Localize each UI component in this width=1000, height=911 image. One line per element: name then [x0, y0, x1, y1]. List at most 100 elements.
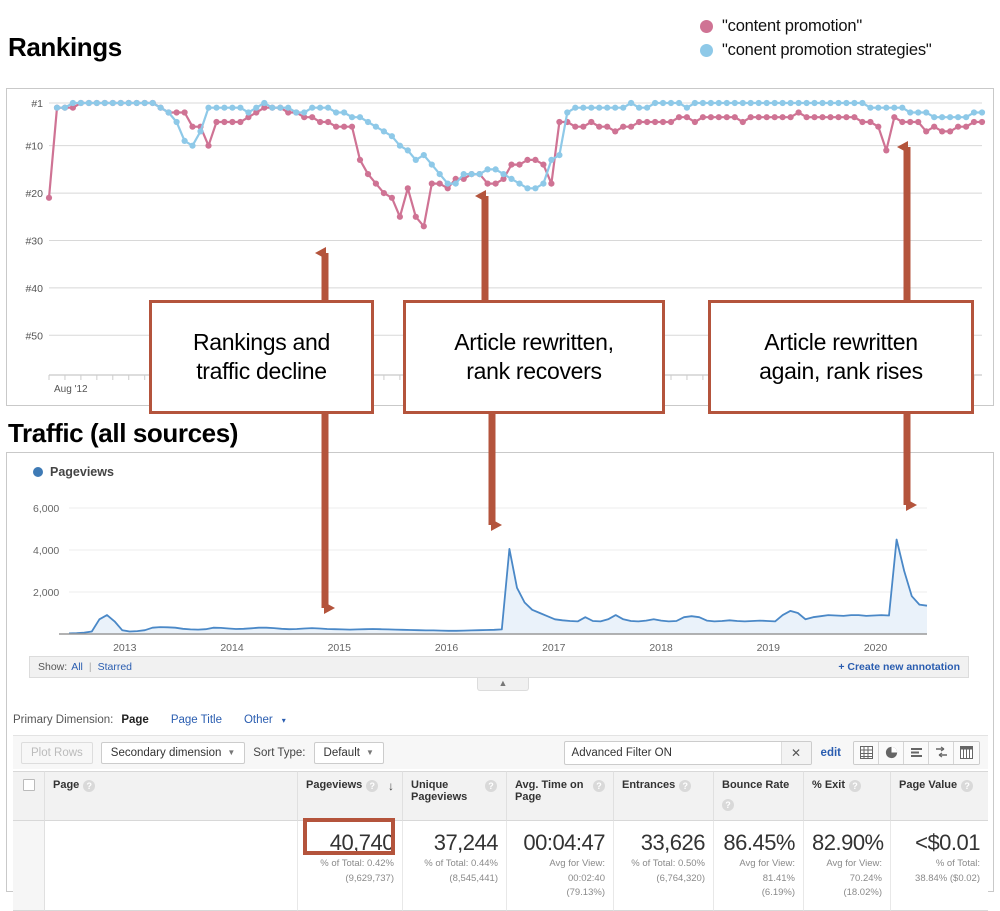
column-header-avg-time-on-page[interactable]: Avg. Time on Page ? [507, 771, 614, 821]
help-icon[interactable]: ? [366, 780, 379, 792]
primary-dimension-other[interactable]: Other [244, 714, 273, 726]
svg-text:#1: #1 [31, 98, 43, 110]
column-label-entrances: Entrances [622, 779, 676, 791]
column-header-page[interactable]: Page ? [45, 771, 298, 821]
select-all-checkbox[interactable] [22, 779, 35, 791]
table-view-icon[interactable] [854, 741, 879, 764]
help-icon[interactable]: ? [485, 780, 497, 792]
performance-view-icon[interactable] [904, 741, 929, 764]
cell-avg-time-sub3: (79.13%) [566, 887, 605, 899]
cell-bounce-rate-sub2: 81.41% [762, 872, 795, 884]
google-analytics-panel: Pageviews 2,000 4,000 6,000 2013 2014 2015 201… [6, 452, 994, 911]
help-icon[interactable]: ? [722, 798, 734, 811]
help-icon[interactable]: ? [83, 780, 96, 792]
pivot-view-icon[interactable] [954, 741, 979, 764]
column-header-exit-rate[interactable]: % Exit ? [804, 771, 891, 821]
svg-text:2015: 2015 [328, 642, 352, 654]
cell-bounce-rate-value: 86.45% [723, 830, 795, 855]
secondary-dimension-label: Secondary dimension [110, 746, 222, 759]
column-header-page-value[interactable]: Page Value ? [891, 771, 988, 821]
pageviews-legend-dot [33, 467, 43, 477]
help-icon[interactable]: ? [593, 780, 605, 792]
create-new-annotation-link[interactable]: + Create new annotation [838, 661, 960, 673]
help-icon[interactable]: ? [679, 780, 692, 792]
primary-dimension-page-title[interactable]: Page Title [171, 714, 222, 726]
sort-type-dropdown[interactable]: Default ▼ [313, 741, 384, 764]
svg-text:#50: #50 [25, 330, 43, 342]
column-header-unique-pageviews[interactable]: Unique Pageviews ? [403, 771, 507, 821]
cell-unique-pageviews-value: 37,244 [433, 830, 499, 855]
cell-avg-time-value: 00:04:47 [523, 830, 605, 855]
traffic-section-title: Traffic (all sources) [8, 418, 239, 448]
column-label-exit-rate: % Exit [812, 779, 846, 791]
column-header-pageviews[interactable]: Pageviews ? ↓ [298, 771, 403, 821]
cell-bounce-rate: 86.45% Avg for View: 81.41% (6.19%) [714, 821, 804, 911]
svg-text:#10: #10 [25, 141, 43, 153]
column-header-entrances[interactable]: Entrances ? [614, 771, 714, 821]
cell-entrances-sub2: (6,764,320) [656, 872, 705, 884]
rankings-section-title: Rankings [8, 32, 122, 62]
svg-text:2016: 2016 [435, 642, 459, 654]
legend-item-content-promotion: "content promotion" [700, 14, 990, 38]
view-type-buttons [853, 740, 980, 765]
annotations-starred-link[interactable]: Starred [98, 661, 132, 673]
cell-exit-rate: 82.90% Avg for View: 70.24% (18.02%) [804, 821, 891, 911]
chevron-down-icon: ▼ [227, 748, 236, 757]
secondary-dimension-dropdown[interactable]: Secondary dimension ▼ [100, 741, 246, 764]
sort-descending-icon[interactable]: ↓ [388, 779, 394, 793]
select-all-header[interactable] [13, 771, 45, 821]
cell-bounce-rate-sub1: Avg for View: [739, 858, 795, 869]
help-icon[interactable]: ? [961, 780, 974, 792]
cell-avg-time-sub1: Avg for View: [549, 858, 605, 869]
chevron-down-icon[interactable]: ▾ [282, 716, 286, 725]
plot-rows-button[interactable]: Plot Rows [21, 741, 93, 764]
legend-item-content-promotion-strategies: "conent promotion strategies" [700, 38, 990, 62]
legend-color-dot-blue [700, 43, 713, 57]
cell-avg-time-on-page: 00:04:47 Avg for View: 00:02:40 (79.13%) [507, 821, 614, 911]
collapse-annotations-toggle[interactable]: ▲ [477, 678, 529, 691]
cell-page-value: <$0.01 % of Total: 38.84% ($0.02) [891, 821, 988, 911]
close-icon[interactable]: ✕ [780, 741, 811, 764]
column-label-avg-time-on-page: Avg. Time on Page [515, 779, 584, 803]
column-header-bounce-rate[interactable]: Bounce Rate ? [714, 771, 804, 821]
cell-exit-rate-sub2: 70.24% [849, 872, 882, 884]
cell-pageviews-sub1: % of Total: 0.42% [320, 858, 394, 869]
advanced-filter-box[interactable]: Advanced Filter ON ✕ [563, 740, 812, 765]
column-label-unique-pageviews: Unique Pageviews [411, 779, 468, 803]
svg-text:Ju: Ju [175, 384, 186, 395]
traffic-chart-container: Pageviews 2,000 4,000 6,000 2013 2014 2015 201… [7, 453, 993, 678]
cell-unique-pageviews-sub2: (8,545,441) [449, 872, 498, 884]
cell-page-value-sub2: 38.84% ($0.02) [915, 872, 980, 884]
legend-color-dot-pink [700, 19, 713, 33]
cell-page [45, 821, 298, 911]
cell-unique-pageviews: 37,244 % of Total: 0.44% (8,545,441) [403, 821, 507, 911]
column-label-page-value: Page Value [899, 779, 958, 791]
cell-entrances-sub1: % of Total: 0.50% [631, 858, 705, 869]
cell-bounce-rate-sub3: (6.19%) [761, 887, 795, 899]
svg-text:2014: 2014 [220, 642, 244, 654]
pie-view-icon[interactable] [879, 741, 904, 764]
help-icon[interactable]: ? [849, 780, 862, 792]
edit-filter-link[interactable]: edit [821, 747, 841, 759]
rankings-chart-panel: #1 #10 #20 #30 #40 #50 Aug '12 Ju [6, 88, 994, 406]
svg-text:#40: #40 [25, 283, 43, 295]
cell-entrances-value: 33,626 [640, 830, 706, 855]
rankings-chart-svg: #1 #10 #20 #30 #40 #50 Aug '12 Ju [25, 98, 986, 395]
comparison-view-icon[interactable] [929, 741, 954, 764]
cell-pageviews-sub2: (9,629,737) [345, 872, 394, 884]
annotations-show-label: Show: [38, 661, 68, 673]
annotations-all-link[interactable]: All [71, 661, 83, 673]
sort-type-value: Default [323, 746, 360, 759]
row-select-cell[interactable] [13, 821, 45, 911]
primary-dimension-page[interactable]: Page [121, 714, 149, 726]
legend-label-content-promotion: "content promotion" [722, 16, 862, 35]
cell-pageviews-value: 40,740 [329, 830, 395, 855]
plot-rows-label: Plot Rows [31, 746, 83, 759]
table-header-row: Page ? Pageviews ? ↓ Unique Pageviews ? … [13, 771, 988, 821]
svg-text:2020: 2020 [864, 642, 888, 654]
traffic-chart-svg: 2,000 4,000 6,000 2013 2014 2015 2016 2017 2018 2… [33, 503, 928, 654]
svg-text:2013: 2013 [113, 642, 137, 654]
cell-unique-pageviews-sub1: % of Total: 0.44% [424, 858, 498, 869]
cell-exit-rate-sub1: Avg for View: [826, 858, 882, 869]
svg-text:2,000: 2,000 [33, 587, 59, 599]
